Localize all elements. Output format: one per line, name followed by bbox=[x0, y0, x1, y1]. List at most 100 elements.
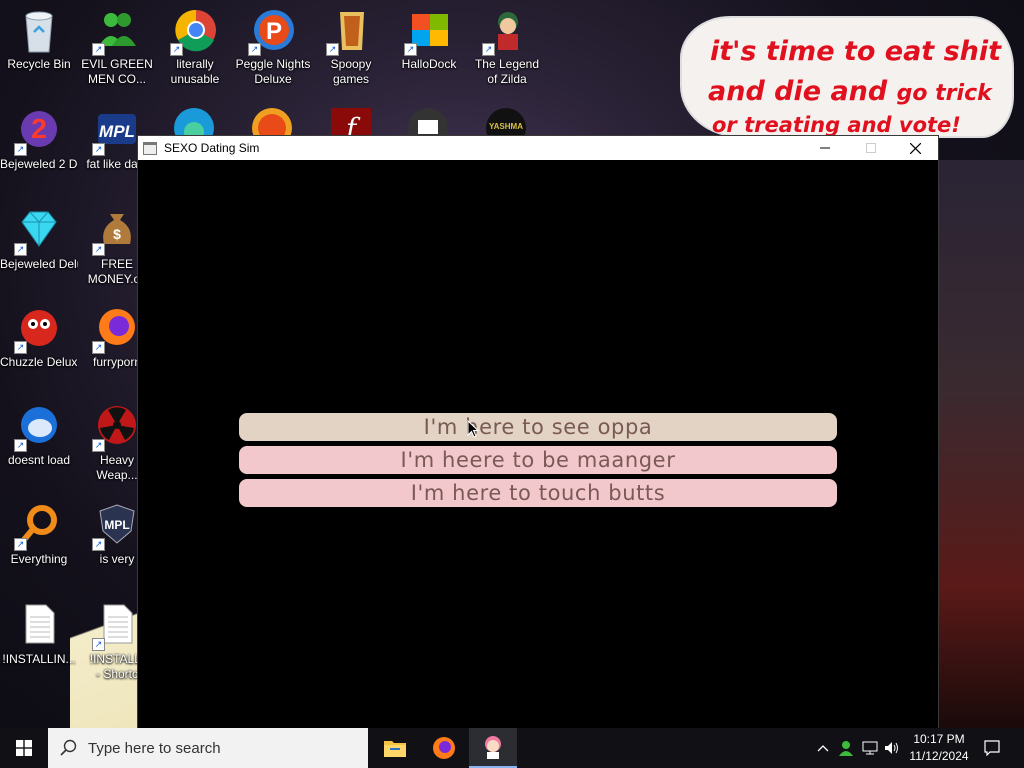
shortcut-arrow-icon: ↗ bbox=[404, 43, 417, 56]
taskbar-file-explorer[interactable] bbox=[371, 728, 419, 768]
desktop-icon-label: doesnt load bbox=[7, 453, 71, 467]
speech-line-1: it's time to eat shit bbox=[710, 36, 1002, 67]
desktop-icon-label: Spoopy games bbox=[330, 57, 372, 86]
speech-line-2: and die and go trick bbox=[708, 76, 992, 107]
wallpaper-haunted-house bbox=[938, 160, 1024, 728]
dating-sim-window: SEXO Dating Sim I'm here to see oppa I'm… bbox=[138, 136, 938, 728]
app-window-icon bbox=[143, 141, 157, 155]
action-center-button[interactable] bbox=[980, 728, 1004, 768]
desktop-icon-label: Bejeweled 2 Deluxe bbox=[0, 157, 78, 171]
desktop-icon-hallodock[interactable]: ↗ HalloDock bbox=[390, 8, 468, 72]
maximize-button[interactable] bbox=[848, 136, 894, 160]
desktop-icon-monitor[interactable] bbox=[406, 106, 450, 136]
taskbar-clock[interactable]: 10:17 PM 11/12/2024 bbox=[902, 731, 976, 765]
desktop-icon-edge[interactable] bbox=[172, 106, 216, 136]
choice-touch-butts-button[interactable]: I'm here to touch butts bbox=[239, 479, 837, 507]
desktop-icon-recycle-bin[interactable]: Recycle Bin bbox=[0, 8, 78, 72]
tray-network[interactable] bbox=[860, 728, 880, 768]
svg-text:$: $ bbox=[113, 226, 121, 242]
shield-icon: MPL ↗ bbox=[92, 503, 138, 551]
desktop-icon-chuzzle[interactable]: ↗ Chuzzle Deluxe bbox=[0, 306, 78, 370]
network-icon bbox=[862, 741, 878, 755]
tray-overflow-button[interactable] bbox=[814, 728, 832, 768]
desktop-icon-legend-of-zilda[interactable]: ↗ The Legend of Zilda bbox=[468, 8, 546, 87]
speaker-icon bbox=[885, 742, 898, 754]
shortcut-arrow-icon: ↗ bbox=[14, 538, 27, 551]
shortcut-arrow-icon: ↗ bbox=[92, 43, 105, 56]
shortcut-arrow-icon: ↗ bbox=[248, 43, 261, 56]
taskbar-firefox[interactable] bbox=[420, 728, 468, 768]
firefox-icon bbox=[433, 737, 455, 759]
peggle-icon: P ↗ bbox=[248, 8, 294, 56]
desktop-icon-label: Bejeweled Deluxe bbox=[0, 257, 78, 271]
minimize-button[interactable] bbox=[802, 136, 848, 160]
desktop-icon-label: Everything bbox=[10, 552, 68, 566]
folder-icon: ↗ bbox=[326, 8, 372, 56]
tray-volume[interactable] bbox=[882, 728, 902, 768]
shortcut-arrow-icon: ↗ bbox=[326, 43, 339, 56]
shortcut-arrow-icon: ↗ bbox=[14, 143, 27, 156]
anime-girl-icon bbox=[485, 736, 501, 759]
yashma-label: YASHMA bbox=[489, 122, 523, 131]
shortcut-arrow-icon: ↗ bbox=[92, 538, 105, 551]
money-bag-icon: $ ↗ bbox=[92, 208, 138, 256]
taskbar-dating-sim[interactable] bbox=[469, 728, 517, 768]
window-title: SEXO Dating Sim bbox=[164, 141, 260, 155]
flash-icon: f bbox=[331, 108, 371, 136]
window-titlebar[interactable]: SEXO Dating Sim bbox=[138, 136, 938, 160]
desktop-icon-peggle-deluxe[interactable] bbox=[250, 106, 294, 136]
search-placeholder: Type here to search bbox=[88, 739, 221, 757]
desktop-icon-peggle-nights[interactable]: P ↗ Peggle Nights Deluxe bbox=[234, 8, 312, 87]
taskbar-search-box[interactable]: Type here to search bbox=[48, 728, 368, 768]
thunderbird-icon: ↗ bbox=[14, 404, 60, 452]
desktop-icon-doesnt-load[interactable]: ↗ doesnt load bbox=[0, 404, 78, 468]
clock-time: 10:17 PM bbox=[913, 732, 965, 746]
shortcut-arrow-icon: ↗ bbox=[14, 341, 27, 354]
desktop-icon-everything[interactable]: ↗ Everything bbox=[0, 503, 78, 567]
shortcut-arrow-icon: ↗ bbox=[482, 43, 495, 56]
document-icon bbox=[18, 603, 60, 645]
desktop-icon-installing[interactable]: !INSTALLIN... bbox=[0, 603, 78, 667]
desktop-icon-yashma[interactable]: YASHMA bbox=[484, 106, 528, 136]
svg-text:MPL: MPL bbox=[104, 518, 129, 532]
shortcut-arrow-icon: ↗ bbox=[92, 638, 105, 651]
chuzzle-icon: ↗ bbox=[14, 306, 60, 354]
character-icon: ↗ bbox=[482, 8, 528, 56]
edge-icon bbox=[174, 108, 214, 136]
choice-be-manager-button[interactable]: I'm heere to be maanger bbox=[239, 446, 837, 474]
monitor-icon bbox=[408, 108, 448, 136]
minimize-icon bbox=[820, 147, 830, 149]
diamond-icon: ↗ bbox=[14, 208, 60, 256]
yashma-icon bbox=[486, 108, 526, 136]
desktop-icon-evil-green-men[interactable]: ↗ EVIL GREEN MEN CO... bbox=[78, 8, 156, 87]
radiation-icon: ↗ bbox=[92, 404, 138, 452]
people-icon: ↗ bbox=[92, 8, 138, 56]
mpl-icon: MPL ↗ bbox=[92, 108, 138, 156]
shortcut-arrow-icon: ↗ bbox=[92, 143, 105, 156]
desktop-icon-label: !INSTALLIN... bbox=[2, 652, 76, 666]
desktop-icon-bejeweled[interactable]: ↗ Bejeweled Deluxe bbox=[0, 208, 78, 272]
peggle-icon bbox=[252, 108, 292, 136]
bejeweled2-icon: 2 ↗ bbox=[14, 108, 60, 156]
taskbar: Type here to search 10:17 PM 11/12/2024 bbox=[0, 728, 1024, 768]
shortcut-arrow-icon: ↗ bbox=[92, 341, 105, 354]
choice-see-oppa-button[interactable]: I'm here to see oppa bbox=[239, 413, 837, 441]
svg-text:P: P bbox=[266, 18, 282, 45]
desktop-icon-flash[interactable]: f bbox=[329, 106, 373, 136]
speech-line-3: or treating and vote! bbox=[712, 113, 961, 137]
desktop-icon-literally-unusable[interactable]: ↗ literally unusable bbox=[156, 8, 234, 87]
shortcut-arrow-icon: ↗ bbox=[92, 439, 105, 452]
notification-icon bbox=[984, 740, 1000, 756]
shortcut-arrow-icon: ↗ bbox=[170, 43, 183, 56]
document-icon: ↗ bbox=[92, 603, 138, 651]
desktop-icon-label: The Legend of Zilda bbox=[474, 57, 540, 86]
chrome-icon: ↗ bbox=[170, 8, 216, 56]
start-button[interactable] bbox=[0, 728, 48, 768]
shortcut-arrow-icon: ↗ bbox=[14, 243, 27, 256]
windows-start-icon bbox=[16, 740, 32, 756]
cursor-icon bbox=[467, 419, 480, 438]
tray-user-app[interactable] bbox=[836, 728, 856, 768]
close-button[interactable] bbox=[892, 136, 938, 160]
desktop-icon-bejeweled2[interactable]: 2 ↗ Bejeweled 2 Deluxe bbox=[0, 108, 78, 172]
desktop-icon-spoopy-games[interactable]: ↗ Spoopy games bbox=[312, 8, 390, 87]
